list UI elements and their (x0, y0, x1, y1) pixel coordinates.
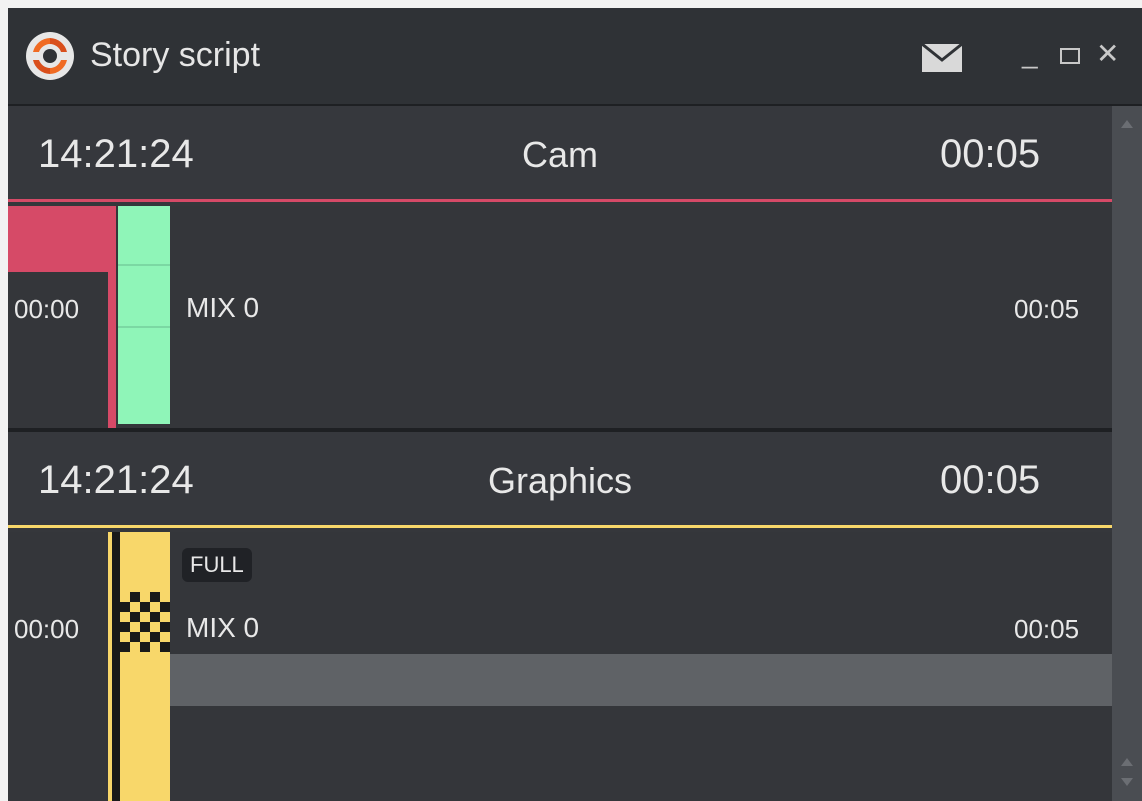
row-mix-label: MIX 0 (186, 612, 260, 643)
section-duration: 00:05 (940, 132, 1041, 176)
story-script-window: Story script _ ✕ 14:21:24 Cam 00:05 00:0… (8, 8, 1142, 801)
story-content: 14:21:24 Cam 00:05 00:00 MIX 0 00:05 14:… (8, 106, 1112, 801)
refresh-logo-icon (26, 32, 74, 80)
section-duration: 00:05 (940, 458, 1041, 502)
cam-red-bar (108, 206, 116, 428)
cam-green-track (118, 206, 170, 424)
vertical-scrollbar[interactable] (1112, 106, 1142, 801)
scroll-up-icon[interactable] (1121, 758, 1133, 766)
title-bar: Story script _ ✕ (8, 8, 1142, 106)
full-badge: FULL (182, 548, 252, 582)
cam-track-divider (118, 326, 170, 328)
cam-track-divider (118, 264, 170, 266)
row-mix-label: MIX 0 (186, 292, 260, 323)
graphics-accent-line (8, 525, 1112, 528)
minimize-button[interactable]: _ (1022, 38, 1038, 70)
row-start-time: 00:00 (14, 614, 80, 644)
row-end-time: 00:05 (1014, 614, 1080, 644)
cam-red-block (8, 206, 108, 272)
cam-row[interactable]: 00:00 MIX 0 00:05 (8, 206, 1112, 428)
graphics-dark-gap (112, 532, 120, 801)
row-start-time: 00:00 (14, 294, 80, 324)
close-button[interactable]: ✕ (1096, 38, 1119, 70)
maximize-button[interactable] (1060, 48, 1080, 64)
selection-bar[interactable] (170, 654, 1112, 706)
section-header-cam[interactable]: 14:21:24 Cam 00:05 (8, 106, 1112, 202)
scroll-up-icon[interactable] (1121, 120, 1133, 128)
checkerboard-icon (120, 592, 170, 652)
graphics-row[interactable]: FULL 00:00 MIX 0 00:05 (8, 532, 1112, 801)
scroll-down-icon[interactable] (1121, 778, 1133, 786)
window-title: Story script (90, 36, 261, 74)
section-header-graphics[interactable]: 14:21:24 Graphics 00:05 (8, 432, 1112, 528)
row-end-time: 00:05 (1014, 294, 1080, 324)
mail-icon[interactable] (922, 44, 962, 72)
cam-accent-line (8, 199, 1112, 202)
graphics-yellow-track (120, 532, 170, 801)
